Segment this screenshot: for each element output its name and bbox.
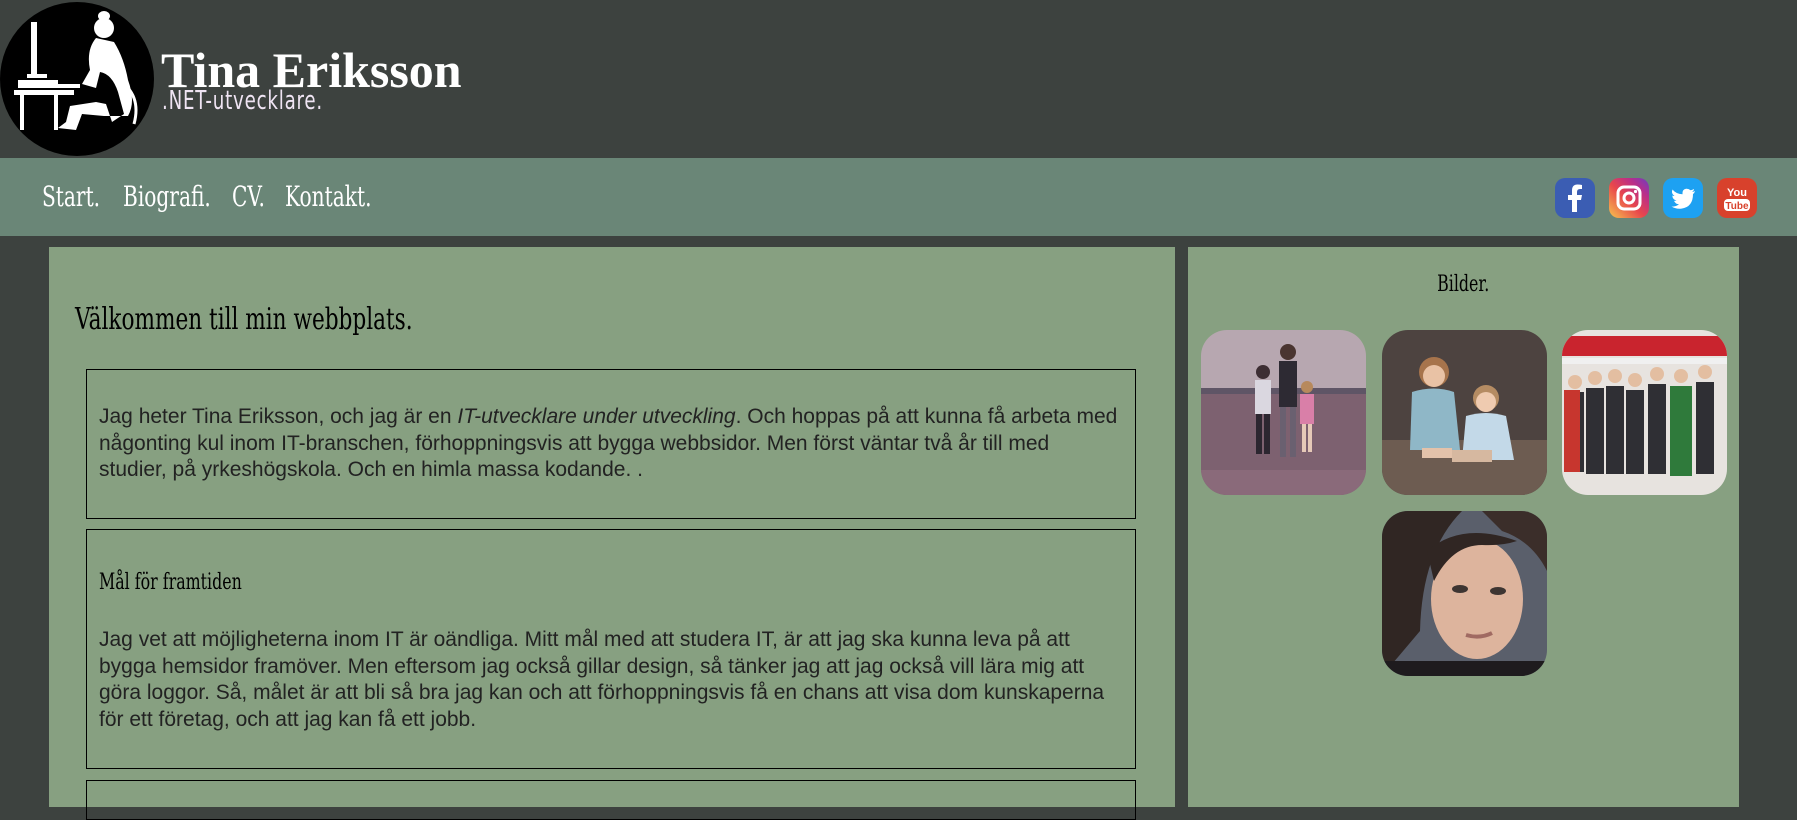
photo-portrait[interactable] [1382, 511, 1547, 676]
site-subtitle: .NET-utvecklare. [162, 86, 323, 116]
youtube-icon[interactable]: You Tube [1717, 178, 1757, 218]
site-header: Tina Eriksson .NET-utvecklare. [0, 0, 1797, 158]
goals-text: Jag vet att möjligheterna inom IT är oän… [99, 628, 1105, 731]
goals-heading: Mål för framtiden [99, 570, 242, 595]
intro-text-start: Jag heter Tina Eriksson, och jag är en [99, 405, 458, 428]
main-nav: Start. Biografi. CV. Kontakt. You Tube [0, 158, 1797, 236]
intro-box: Jag heter Tina Eriksson, och jag är en I… [86, 369, 1136, 519]
photo-group-party[interactable] [1562, 330, 1727, 495]
twitter-icon[interactable] [1663, 178, 1703, 218]
pictures-heading: Bilder. [1188, 272, 1739, 297]
photo-two-children[interactable] [1382, 330, 1547, 495]
youtube-label-you: You [1727, 187, 1747, 199]
next-section-box [86, 780, 1136, 820]
instagram-icon[interactable] [1609, 178, 1649, 218]
facebook-icon[interactable] [1555, 178, 1595, 218]
woman-at-computer-icon [14, 11, 138, 130]
welcome-heading: Välkommen till min webbplats. [75, 302, 413, 337]
photo-family-lake[interactable] [1201, 330, 1366, 495]
nav-kontakt[interactable]: Kontakt. [285, 179, 371, 215]
intro-text: Jag heter Tina Eriksson, och jag är en I… [99, 404, 1119, 484]
nav-cv[interactable]: CV. [232, 179, 265, 215]
main-content: Välkommen till min webbplats. Jag heter … [49, 247, 1175, 820]
goals-box: Mål för framtiden Jag vet att möjlighete… [86, 529, 1136, 769]
nav-biografi[interactable]: Biografi. [123, 179, 211, 215]
nav-start[interactable]: Start. [42, 179, 100, 215]
intro-emphasis: IT-utvecklare under utveckling [457, 405, 736, 428]
sidebar-pictures: Bilder. [1188, 247, 1739, 807]
logo[interactable] [0, 2, 154, 156]
pictures-heading-text: Bilder. [1437, 272, 1490, 297]
youtube-label-tube: Tube [1725, 201, 1749, 212]
